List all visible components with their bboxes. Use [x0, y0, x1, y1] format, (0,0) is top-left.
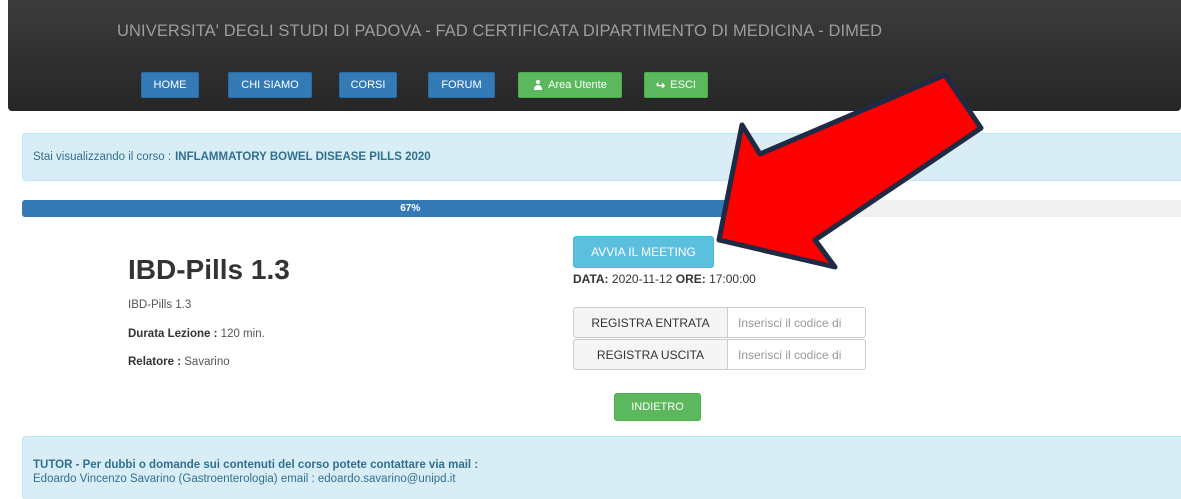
- nav-area-utente-label: Area Utente: [548, 79, 607, 91]
- lesson-speaker: Relatore : Savarino: [128, 356, 230, 368]
- nav-esci-button[interactable]: ↪ ESCI: [644, 72, 708, 98]
- course-progress-bar: 67%: [22, 200, 1181, 217]
- start-meeting-label: AVVIA IL MEETING: [591, 245, 696, 259]
- duration-label: Durata Lezione :: [128, 328, 218, 340]
- start-meeting-button[interactable]: AVVIA IL MEETING: [573, 236, 714, 268]
- nav-corsi-button[interactable]: CORSI: [339, 72, 397, 98]
- lesson-title: IBD-Pills 1.3: [128, 254, 290, 285]
- progress-label: 67%: [400, 203, 421, 214]
- lesson-subtitle: IBD-Pills 1.3: [128, 299, 192, 311]
- tutor-heading: TUTOR - Per dubbi o domande sui contenut…: [33, 459, 479, 471]
- nav-home-label: HOME: [153, 79, 187, 91]
- exit-code-input[interactable]: [728, 339, 866, 370]
- course-name: INFLAMMATORY BOWEL DISEASE PILLS 2020: [175, 151, 431, 163]
- register-entry-button[interactable]: REGISTRA ENTRATA: [573, 307, 728, 338]
- site-title: UNIVERSITA' DEGLI STUDI DI PADOVA - FAD …: [117, 22, 883, 40]
- back-button[interactable]: INDIETRO: [614, 393, 701, 421]
- entry-code-input[interactable]: [728, 307, 866, 338]
- nav-chi-siamo-label: CHI SIAMO: [241, 79, 299, 91]
- register-entry-group: REGISTRA ENTRATA: [573, 307, 866, 338]
- progress-fill: 67%: [22, 200, 799, 217]
- time-value: 17:00:00: [709, 272, 756, 286]
- register-exit-button[interactable]: REGISTRA USCITA: [573, 339, 728, 370]
- speaker-value: Savarino: [184, 356, 230, 368]
- nav-forum-button[interactable]: FORUM: [428, 72, 495, 98]
- duration-value: 120 min.: [220, 328, 265, 340]
- nav-home-button[interactable]: HOME: [141, 72, 199, 98]
- time-label: ORE:: [675, 272, 706, 286]
- tutor-alert: TUTOR - Per dubbi o domande sui contenut…: [22, 436, 1181, 499]
- lesson-duration: Durata Lezione : 120 min.: [128, 328, 265, 340]
- date-label: DATA:: [573, 272, 609, 286]
- nav-esci-label: ESCI: [670, 79, 696, 91]
- tutor-contact: Edoardo Vincenzo Savarino (Gastroenterol…: [33, 473, 456, 485]
- nav-forum-label: FORUM: [441, 79, 482, 91]
- nav-area-utente-button[interactable]: Area Utente: [518, 72, 622, 98]
- top-navbar: UNIVERSITA' DEGLI STUDI DI PADOVA - FAD …: [8, 0, 1181, 111]
- sign-out-icon: ↪: [656, 79, 666, 92]
- user-icon: [533, 80, 543, 90]
- date-value: 2020-11-12: [611, 272, 673, 286]
- nav-corsi-label: CORSI: [350, 79, 386, 91]
- register-entry-label: REGISTRA ENTRATA: [591, 315, 710, 330]
- speaker-label: Relatore :: [128, 356, 182, 368]
- register-exit-group: REGISTRA USCITA: [573, 339, 866, 370]
- course-info-prefix: Stai visualizzando il corso :: [33, 151, 172, 163]
- meeting-datetime: DATA: 2020-11-12 ORE: 17:00:00: [573, 272, 756, 286]
- register-exit-label: REGISTRA USCITA: [596, 347, 705, 362]
- back-label: INDIETRO: [631, 401, 684, 413]
- course-info-alert: Stai visualizzando il corso : INFLAMMATO…: [22, 133, 1181, 181]
- nav-chi-siamo-button[interactable]: CHI SIAMO: [228, 72, 312, 98]
